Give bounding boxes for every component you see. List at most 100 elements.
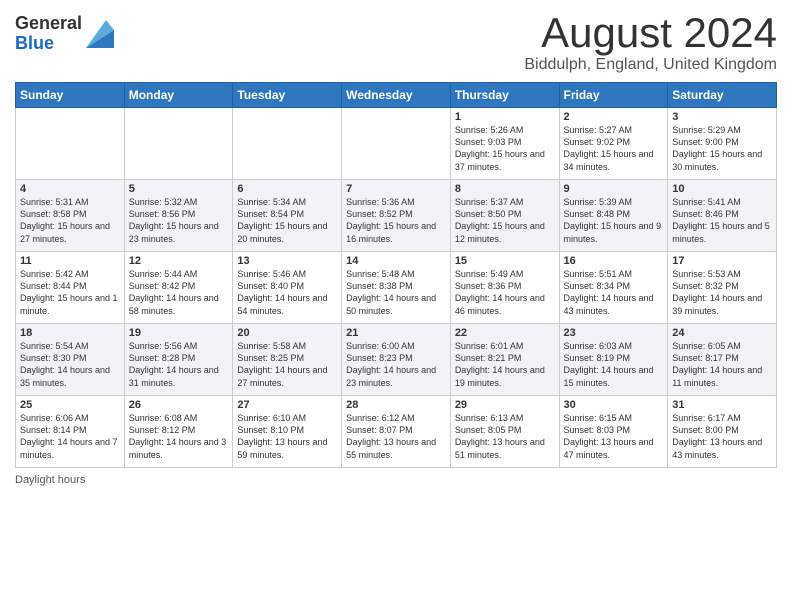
calendar-cell: 5Sunrise: 5:32 AMSunset: 8:56 PMDaylight…: [124, 180, 233, 252]
calendar-week-row: 11Sunrise: 5:42 AMSunset: 8:44 PMDayligh…: [16, 252, 777, 324]
day-number: 6: [237, 183, 337, 195]
footer-note: Daylight hours: [15, 474, 777, 486]
calendar-cell: 29Sunrise: 6:13 AMSunset: 8:05 PMDayligh…: [450, 396, 559, 468]
calendar-cell: 25Sunrise: 6:06 AMSunset: 8:14 PMDayligh…: [16, 396, 125, 468]
title-area: August 2024 Biddulph, England, United Ki…: [524, 10, 777, 74]
day-number: 23: [564, 327, 664, 339]
day-info: Sunrise: 5:29 AMSunset: 9:00 PMDaylight:…: [672, 124, 772, 173]
day-info: Sunrise: 6:01 AMSunset: 8:21 PMDaylight:…: [455, 340, 555, 389]
calendar-cell: [124, 108, 233, 180]
day-number: 7: [346, 183, 446, 195]
calendar-cell: 19Sunrise: 5:56 AMSunset: 8:28 PMDayligh…: [124, 324, 233, 396]
calendar-cell: 21Sunrise: 6:00 AMSunset: 8:23 PMDayligh…: [342, 324, 451, 396]
day-number: 21: [346, 327, 446, 339]
calendar-cell: 31Sunrise: 6:17 AMSunset: 8:00 PMDayligh…: [668, 396, 777, 468]
day-number: 20: [237, 327, 337, 339]
day-number: 19: [129, 327, 229, 339]
calendar-cell: 24Sunrise: 6:05 AMSunset: 8:17 PMDayligh…: [668, 324, 777, 396]
day-info: Sunrise: 5:54 AMSunset: 8:30 PMDaylight:…: [20, 340, 120, 389]
calendar-cell: 10Sunrise: 5:41 AMSunset: 8:46 PMDayligh…: [668, 180, 777, 252]
calendar-cell: 30Sunrise: 6:15 AMSunset: 8:03 PMDayligh…: [559, 396, 668, 468]
day-number: 29: [455, 399, 555, 411]
day-number: 18: [20, 327, 120, 339]
calendar-cell: 23Sunrise: 6:03 AMSunset: 8:19 PMDayligh…: [559, 324, 668, 396]
day-number: 4: [20, 183, 120, 195]
day-number: 31: [672, 399, 772, 411]
day-info: Sunrise: 5:41 AMSunset: 8:46 PMDaylight:…: [672, 196, 772, 245]
calendar-week-row: 1Sunrise: 5:26 AMSunset: 9:03 PMDaylight…: [16, 108, 777, 180]
day-number: 10: [672, 183, 772, 195]
day-number: 17: [672, 255, 772, 267]
calendar-header-thursday: Thursday: [450, 83, 559, 108]
logo-blue-text: Blue: [15, 34, 82, 54]
calendar-week-row: 25Sunrise: 6:06 AMSunset: 8:14 PMDayligh…: [16, 396, 777, 468]
calendar-header-sunday: Sunday: [16, 83, 125, 108]
calendar-cell: 6Sunrise: 5:34 AMSunset: 8:54 PMDaylight…: [233, 180, 342, 252]
day-number: 24: [672, 327, 772, 339]
calendar-cell: [342, 108, 451, 180]
calendar-week-row: 4Sunrise: 5:31 AMSunset: 8:58 PMDaylight…: [16, 180, 777, 252]
day-number: 12: [129, 255, 229, 267]
day-number: 30: [564, 399, 664, 411]
logo-general-text: General: [15, 14, 82, 34]
day-info: Sunrise: 5:53 AMSunset: 8:32 PMDaylight:…: [672, 268, 772, 317]
calendar-cell: 20Sunrise: 5:58 AMSunset: 8:25 PMDayligh…: [233, 324, 342, 396]
day-info: Sunrise: 6:08 AMSunset: 8:12 PMDaylight:…: [129, 412, 229, 461]
day-info: Sunrise: 6:03 AMSunset: 8:19 PMDaylight:…: [564, 340, 664, 389]
day-info: Sunrise: 6:12 AMSunset: 8:07 PMDaylight:…: [346, 412, 446, 461]
day-number: 8: [455, 183, 555, 195]
calendar-cell: 8Sunrise: 5:37 AMSunset: 8:50 PMDaylight…: [450, 180, 559, 252]
calendar-header-monday: Monday: [124, 83, 233, 108]
calendar-cell: 3Sunrise: 5:29 AMSunset: 9:00 PMDaylight…: [668, 108, 777, 180]
day-number: 22: [455, 327, 555, 339]
day-info: Sunrise: 5:48 AMSunset: 8:38 PMDaylight:…: [346, 268, 446, 317]
calendar-cell: 11Sunrise: 5:42 AMSunset: 8:44 PMDayligh…: [16, 252, 125, 324]
calendar-cell: 17Sunrise: 5:53 AMSunset: 8:32 PMDayligh…: [668, 252, 777, 324]
calendar-cell: [233, 108, 342, 180]
day-info: Sunrise: 5:58 AMSunset: 8:25 PMDaylight:…: [237, 340, 337, 389]
day-info: Sunrise: 5:56 AMSunset: 8:28 PMDaylight:…: [129, 340, 229, 389]
day-info: Sunrise: 5:37 AMSunset: 8:50 PMDaylight:…: [455, 196, 555, 245]
calendar-header-friday: Friday: [559, 83, 668, 108]
day-number: 2: [564, 111, 664, 123]
day-number: 16: [564, 255, 664, 267]
day-info: Sunrise: 5:39 AMSunset: 8:48 PMDaylight:…: [564, 196, 664, 245]
calendar-cell: 16Sunrise: 5:51 AMSunset: 8:34 PMDayligh…: [559, 252, 668, 324]
calendar-cell: [16, 108, 125, 180]
day-info: Sunrise: 5:31 AMSunset: 8:58 PMDaylight:…: [20, 196, 120, 245]
calendar-cell: 28Sunrise: 6:12 AMSunset: 8:07 PMDayligh…: [342, 396, 451, 468]
day-info: Sunrise: 6:13 AMSunset: 8:05 PMDaylight:…: [455, 412, 555, 461]
day-info: Sunrise: 5:36 AMSunset: 8:52 PMDaylight:…: [346, 196, 446, 245]
day-info: Sunrise: 5:46 AMSunset: 8:40 PMDaylight:…: [237, 268, 337, 317]
calendar-cell: 22Sunrise: 6:01 AMSunset: 8:21 PMDayligh…: [450, 324, 559, 396]
month-title: August 2024: [524, 10, 777, 56]
calendar-cell: 12Sunrise: 5:44 AMSunset: 8:42 PMDayligh…: [124, 252, 233, 324]
calendar-cell: 15Sunrise: 5:49 AMSunset: 8:36 PMDayligh…: [450, 252, 559, 324]
day-info: Sunrise: 6:10 AMSunset: 8:10 PMDaylight:…: [237, 412, 337, 461]
day-number: 26: [129, 399, 229, 411]
page-header: General Blue August 2024 Biddulph, Engla…: [15, 10, 777, 74]
day-info: Sunrise: 5:42 AMSunset: 8:44 PMDaylight:…: [20, 268, 120, 317]
calendar-header-saturday: Saturday: [668, 83, 777, 108]
day-number: 3: [672, 111, 772, 123]
calendar-cell: 13Sunrise: 5:46 AMSunset: 8:40 PMDayligh…: [233, 252, 342, 324]
day-number: 5: [129, 183, 229, 195]
day-number: 25: [20, 399, 120, 411]
day-number: 13: [237, 255, 337, 267]
day-info: Sunrise: 5:26 AMSunset: 9:03 PMDaylight:…: [455, 124, 555, 173]
day-info: Sunrise: 5:27 AMSunset: 9:02 PMDaylight:…: [564, 124, 664, 173]
calendar-cell: 27Sunrise: 6:10 AMSunset: 8:10 PMDayligh…: [233, 396, 342, 468]
calendar-header-wednesday: Wednesday: [342, 83, 451, 108]
day-number: 15: [455, 255, 555, 267]
calendar-header-tuesday: Tuesday: [233, 83, 342, 108]
calendar-table: SundayMondayTuesdayWednesdayThursdayFrid…: [15, 82, 777, 468]
calendar-cell: 14Sunrise: 5:48 AMSunset: 8:38 PMDayligh…: [342, 252, 451, 324]
logo-icon: [86, 20, 114, 48]
day-number: 14: [346, 255, 446, 267]
day-number: 9: [564, 183, 664, 195]
calendar-cell: 26Sunrise: 6:08 AMSunset: 8:12 PMDayligh…: [124, 396, 233, 468]
day-info: Sunrise: 6:00 AMSunset: 8:23 PMDaylight:…: [346, 340, 446, 389]
day-info: Sunrise: 6:06 AMSunset: 8:14 PMDaylight:…: [20, 412, 120, 461]
day-number: 11: [20, 255, 120, 267]
day-number: 1: [455, 111, 555, 123]
